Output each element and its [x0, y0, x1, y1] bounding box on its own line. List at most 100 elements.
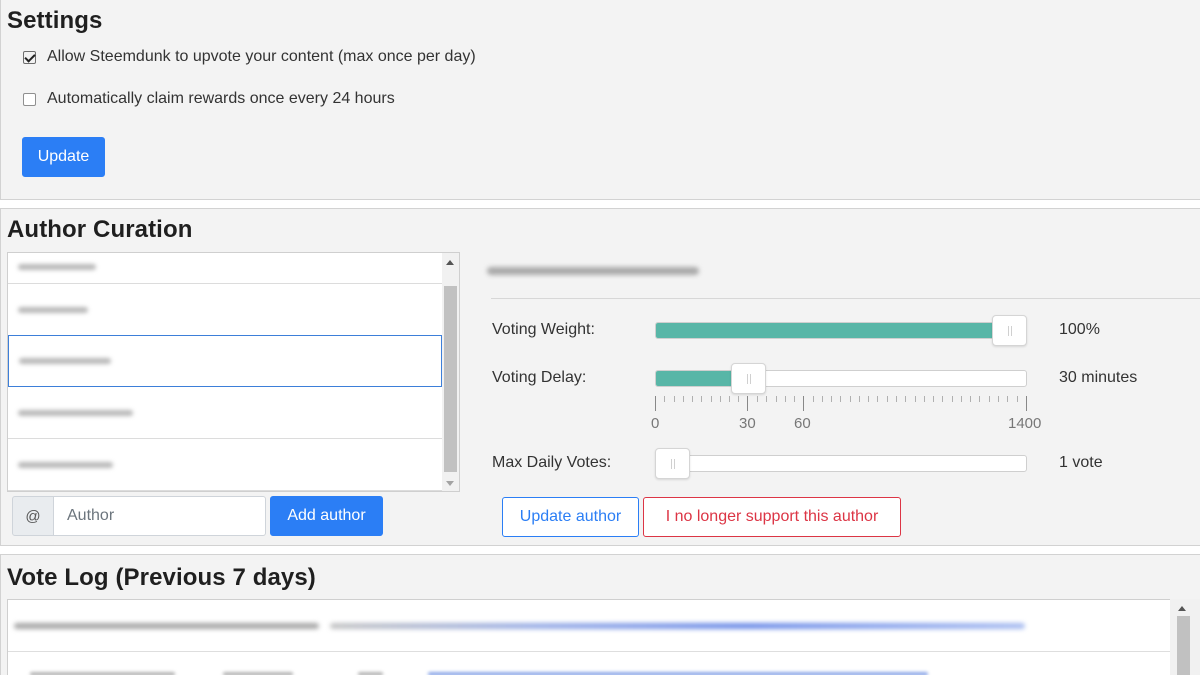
- author-list[interactable]: [7, 252, 460, 492]
- tick-label-0: 0: [651, 415, 660, 432]
- author-curation-panel: Author Curation @ Add author Voting Weig…: [0, 208, 1200, 546]
- author-name-blurred: [18, 306, 88, 313]
- update-author-button[interactable]: Update author: [502, 497, 639, 537]
- minor-tick: [970, 396, 972, 402]
- auto-claim-label: Automatically claim rewards once every 2…: [47, 90, 395, 107]
- chevron-up-icon[interactable]: [1178, 606, 1186, 611]
- minor-tick: [877, 396, 879, 402]
- checkbox-checked-icon[interactable]: [23, 50, 36, 64]
- log-header-blurred: [330, 623, 1025, 629]
- minor-tick: [1016, 396, 1018, 402]
- scrollbar-thumb[interactable]: [1177, 616, 1190, 675]
- minor-tick: [951, 396, 953, 402]
- author-name-blurred: [18, 409, 133, 416]
- minor-tick: [960, 396, 962, 402]
- allow-upvote-option[interactable]: Allow Steemdunk to upvote your content (…: [23, 48, 476, 66]
- author-name-blurred: [18, 263, 96, 270]
- author-input[interactable]: [54, 496, 266, 536]
- max-daily-votes-value: 1 vote: [1059, 454, 1103, 471]
- minor-tick: [849, 396, 851, 402]
- list-item[interactable]: [8, 253, 442, 284]
- vote-log-panel: Vote Log (Previous 7 days): [0, 554, 1200, 675]
- update-settings-button[interactable]: Update: [22, 137, 105, 177]
- voting-delay-ticks: [655, 396, 1027, 412]
- list-item[interactable]: [8, 387, 442, 439]
- major-tick: [1026, 396, 1027, 411]
- author-name-blurred: [19, 358, 111, 364]
- minor-tick: [942, 396, 944, 402]
- voting-delay-handle[interactable]: [730, 363, 766, 394]
- minor-tick: [933, 396, 935, 402]
- voting-delay-label: Voting Delay:: [492, 369, 587, 386]
- vote-log-title: Vote Log (Previous 7 days): [7, 564, 316, 591]
- list-item-selected[interactable]: [8, 335, 442, 387]
- divider: [8, 651, 1170, 652]
- list-item[interactable]: [8, 284, 442, 336]
- minor-tick: [868, 396, 870, 402]
- major-tick: [803, 396, 804, 411]
- minor-tick: [673, 396, 675, 402]
- tick-label-30: 30: [739, 415, 756, 432]
- minor-tick: [914, 396, 916, 402]
- list-item[interactable]: [8, 439, 442, 491]
- add-author-button[interactable]: Add author: [270, 496, 383, 536]
- checkbox-unchecked-icon[interactable]: [23, 92, 36, 106]
- minor-tick: [701, 396, 703, 402]
- minor-tick: [756, 396, 758, 402]
- minor-tick: [775, 396, 777, 402]
- minor-tick: [979, 396, 981, 402]
- minor-tick: [1007, 396, 1009, 402]
- selected-author-name-blurred: [487, 267, 699, 275]
- minor-tick: [896, 396, 898, 402]
- minor-tick: [719, 396, 721, 402]
- max-daily-votes-label: Max Daily Votes:: [492, 454, 612, 471]
- at-prefix: @: [12, 496, 54, 536]
- minor-tick: [664, 396, 666, 402]
- tick-label-60: 60: [794, 415, 811, 432]
- curation-title: Author Curation: [7, 216, 193, 243]
- minor-tick: [905, 396, 907, 402]
- minor-tick: [692, 396, 694, 402]
- voting-weight-handle[interactable]: [992, 315, 1027, 346]
- minor-tick: [923, 396, 925, 402]
- minor-tick: [682, 396, 684, 402]
- scrollbar-thumb[interactable]: [444, 286, 457, 472]
- remove-author-button[interactable]: I no longer support this author: [643, 497, 901, 537]
- voting-weight-value: 100%: [1059, 321, 1100, 338]
- max-daily-votes-slider[interactable]: [655, 448, 1027, 479]
- vote-log-table: [7, 599, 1171, 675]
- max-daily-votes-handle[interactable]: [655, 448, 690, 479]
- voting-delay-value: 30 minutes: [1059, 369, 1138, 386]
- minor-tick: [858, 396, 860, 402]
- author-list-scrollbar[interactable]: [442, 253, 459, 491]
- minor-tick: [794, 396, 796, 402]
- minor-tick: [729, 396, 731, 402]
- voting-weight-slider[interactable]: [655, 315, 1027, 346]
- divider: [491, 298, 1200, 299]
- major-tick: [747, 396, 748, 411]
- author-input-group: @: [12, 496, 266, 536]
- author-name-blurred: [18, 461, 113, 468]
- voting-delay-slider[interactable]: [655, 363, 1027, 394]
- voting-weight-fill: [656, 323, 1010, 338]
- settings-panel: Settings Allow Steemdunk to upvote your …: [0, 0, 1200, 200]
- allow-upvote-label: Allow Steemdunk to upvote your content (…: [47, 48, 476, 65]
- minor-tick: [738, 396, 740, 402]
- minor-tick: [997, 396, 999, 402]
- settings-title: Settings: [7, 7, 103, 34]
- minor-tick: [821, 396, 823, 402]
- tick-label-1400: 1400: [1008, 415, 1042, 432]
- minor-tick: [766, 396, 768, 402]
- log-header-blurred: [14, 623, 319, 629]
- minor-tick: [812, 396, 814, 402]
- minor-tick: [840, 396, 842, 402]
- auto-claim-option[interactable]: Automatically claim rewards once every 2…: [23, 90, 395, 108]
- minor-tick: [710, 396, 712, 402]
- minor-tick: [886, 396, 888, 402]
- major-tick: [655, 396, 656, 411]
- vote-log-scrollbar[interactable]: [1170, 599, 1200, 675]
- minor-tick: [988, 396, 990, 402]
- chevron-up-icon[interactable]: [446, 260, 454, 265]
- minor-tick: [831, 396, 833, 402]
- chevron-down-icon[interactable]: [446, 481, 454, 486]
